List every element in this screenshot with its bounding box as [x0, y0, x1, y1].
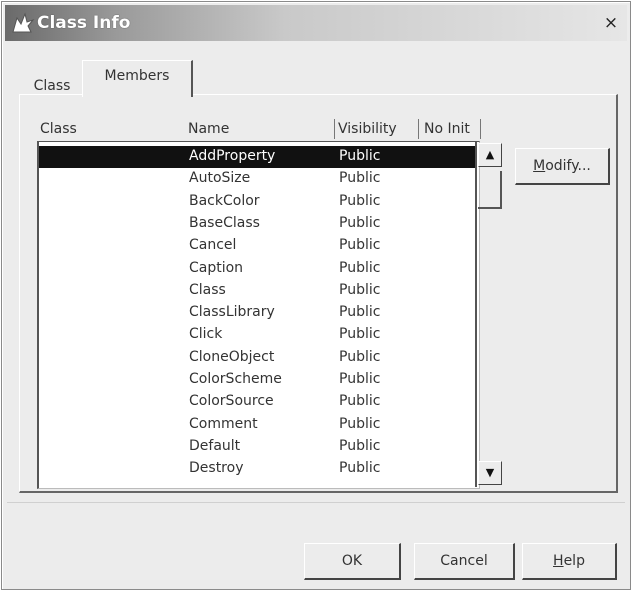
cell-name: ColorScheme: [189, 371, 282, 387]
list-item[interactable]: Caption Public: [39, 258, 477, 280]
list-item[interactable]: Click Public: [39, 324, 477, 346]
cell-visibility: Public: [339, 304, 381, 321]
cell-visibility: Public: [339, 192, 381, 209]
column-header-visibility[interactable]: Visibility: [338, 121, 397, 137]
cell-visibility: Public: [339, 148, 381, 164]
cell-name: ClassLibrary: [189, 304, 275, 321]
cell-name: BaseClass: [189, 214, 260, 231]
members-list[interactable]: AddProperty Public AutoSize Public BackColor…: [37, 141, 480, 489]
cell-name: Default: [189, 437, 241, 454]
column-header-class[interactable]: Class: [40, 121, 77, 137]
list-item[interactable]: Destroy Public: [39, 458, 477, 480]
cell-visibility: Public: [339, 326, 381, 343]
help-button[interactable]: Help: [522, 543, 617, 580]
title-bar[interactable]: Class Info ×: [5, 5, 627, 41]
cell-visibility: Public: [339, 170, 381, 187]
cell-visibility: Public: [339, 281, 381, 298]
cell-name: AddProperty: [189, 148, 276, 164]
vertical-scrollbar[interactable]: ▲ ▼: [475, 141, 502, 487]
cell-visibility: Public: [339, 259, 381, 276]
cancel-button[interactable]: Cancel: [414, 543, 515, 580]
list-item[interactable]: BaseClass Public: [39, 213, 477, 235]
cell-name: ColorSource: [189, 393, 274, 410]
cell-name: AutoSize: [189, 170, 251, 187]
cell-name: Cancel: [189, 237, 237, 254]
fox-icon: [11, 12, 35, 34]
scroll-thumb[interactable]: [478, 171, 502, 209]
divider: [7, 502, 625, 503]
list-item[interactable]: ColorSource Public: [39, 391, 477, 413]
cell-name: BackColor: [189, 192, 260, 209]
modify-button[interactable]: Modify...: [515, 148, 610, 185]
list-item[interactable]: Default Public: [39, 436, 477, 458]
list-item[interactable]: AddProperty Public: [39, 146, 477, 168]
list-item[interactable]: Class Public: [39, 280, 477, 302]
list-item[interactable]: Comment Public: [39, 414, 477, 436]
list-item[interactable]: ClassLibrary Public: [39, 302, 477, 324]
list-item[interactable]: ColorScheme Public: [39, 369, 477, 391]
cell-name: Comment: [189, 415, 258, 432]
close-button[interactable]: ×: [601, 13, 621, 33]
column-header-name[interactable]: Name: [188, 121, 229, 137]
list-item[interactable]: Cancel Public: [39, 235, 477, 257]
cell-visibility: Public: [339, 393, 381, 410]
scroll-down-button[interactable]: ▼: [478, 461, 502, 485]
cell-visibility: Public: [339, 460, 381, 477]
column-separator[interactable]: [480, 119, 481, 139]
help-mnemonic: H: [553, 553, 564, 569]
cell-visibility: Public: [339, 214, 381, 231]
cell-name: CloneObject: [189, 348, 275, 365]
column-separator[interactable]: [334, 119, 335, 139]
modify-label-rest: odify...: [545, 158, 591, 174]
cell-visibility: Public: [339, 415, 381, 432]
window-title: Class Info: [37, 13, 131, 33]
help-label-rest: elp: [563, 553, 585, 569]
scroll-track: [475, 141, 477, 487]
scroll-up-button[interactable]: ▲: [478, 143, 502, 167]
list-item[interactable]: CloneObject Public: [39, 347, 477, 369]
column-separator[interactable]: [418, 119, 419, 139]
cell-visibility: Public: [339, 237, 381, 254]
cell-name: Destroy: [189, 460, 244, 477]
tab-members[interactable]: Members: [82, 60, 193, 97]
cell-name: Click: [189, 326, 223, 343]
cell-visibility: Public: [339, 371, 381, 387]
cell-name: Class: [189, 281, 226, 298]
cell-visibility: Public: [339, 348, 381, 365]
cell-visibility: Public: [339, 437, 381, 454]
list-header: Class Name Visibility No Init: [38, 119, 484, 141]
list-item[interactable]: AutoSize Public: [39, 168, 477, 190]
modify-mnemonic: M: [533, 158, 546, 174]
column-header-no-init[interactable]: No Init: [424, 121, 470, 137]
list-item[interactable]: BackColor Public: [39, 191, 477, 213]
cell-name: Caption: [189, 259, 244, 276]
class-info-dialog: Class Info × Class Members Class Name Vi…: [1, 1, 631, 590]
ok-button[interactable]: OK: [304, 543, 401, 580]
